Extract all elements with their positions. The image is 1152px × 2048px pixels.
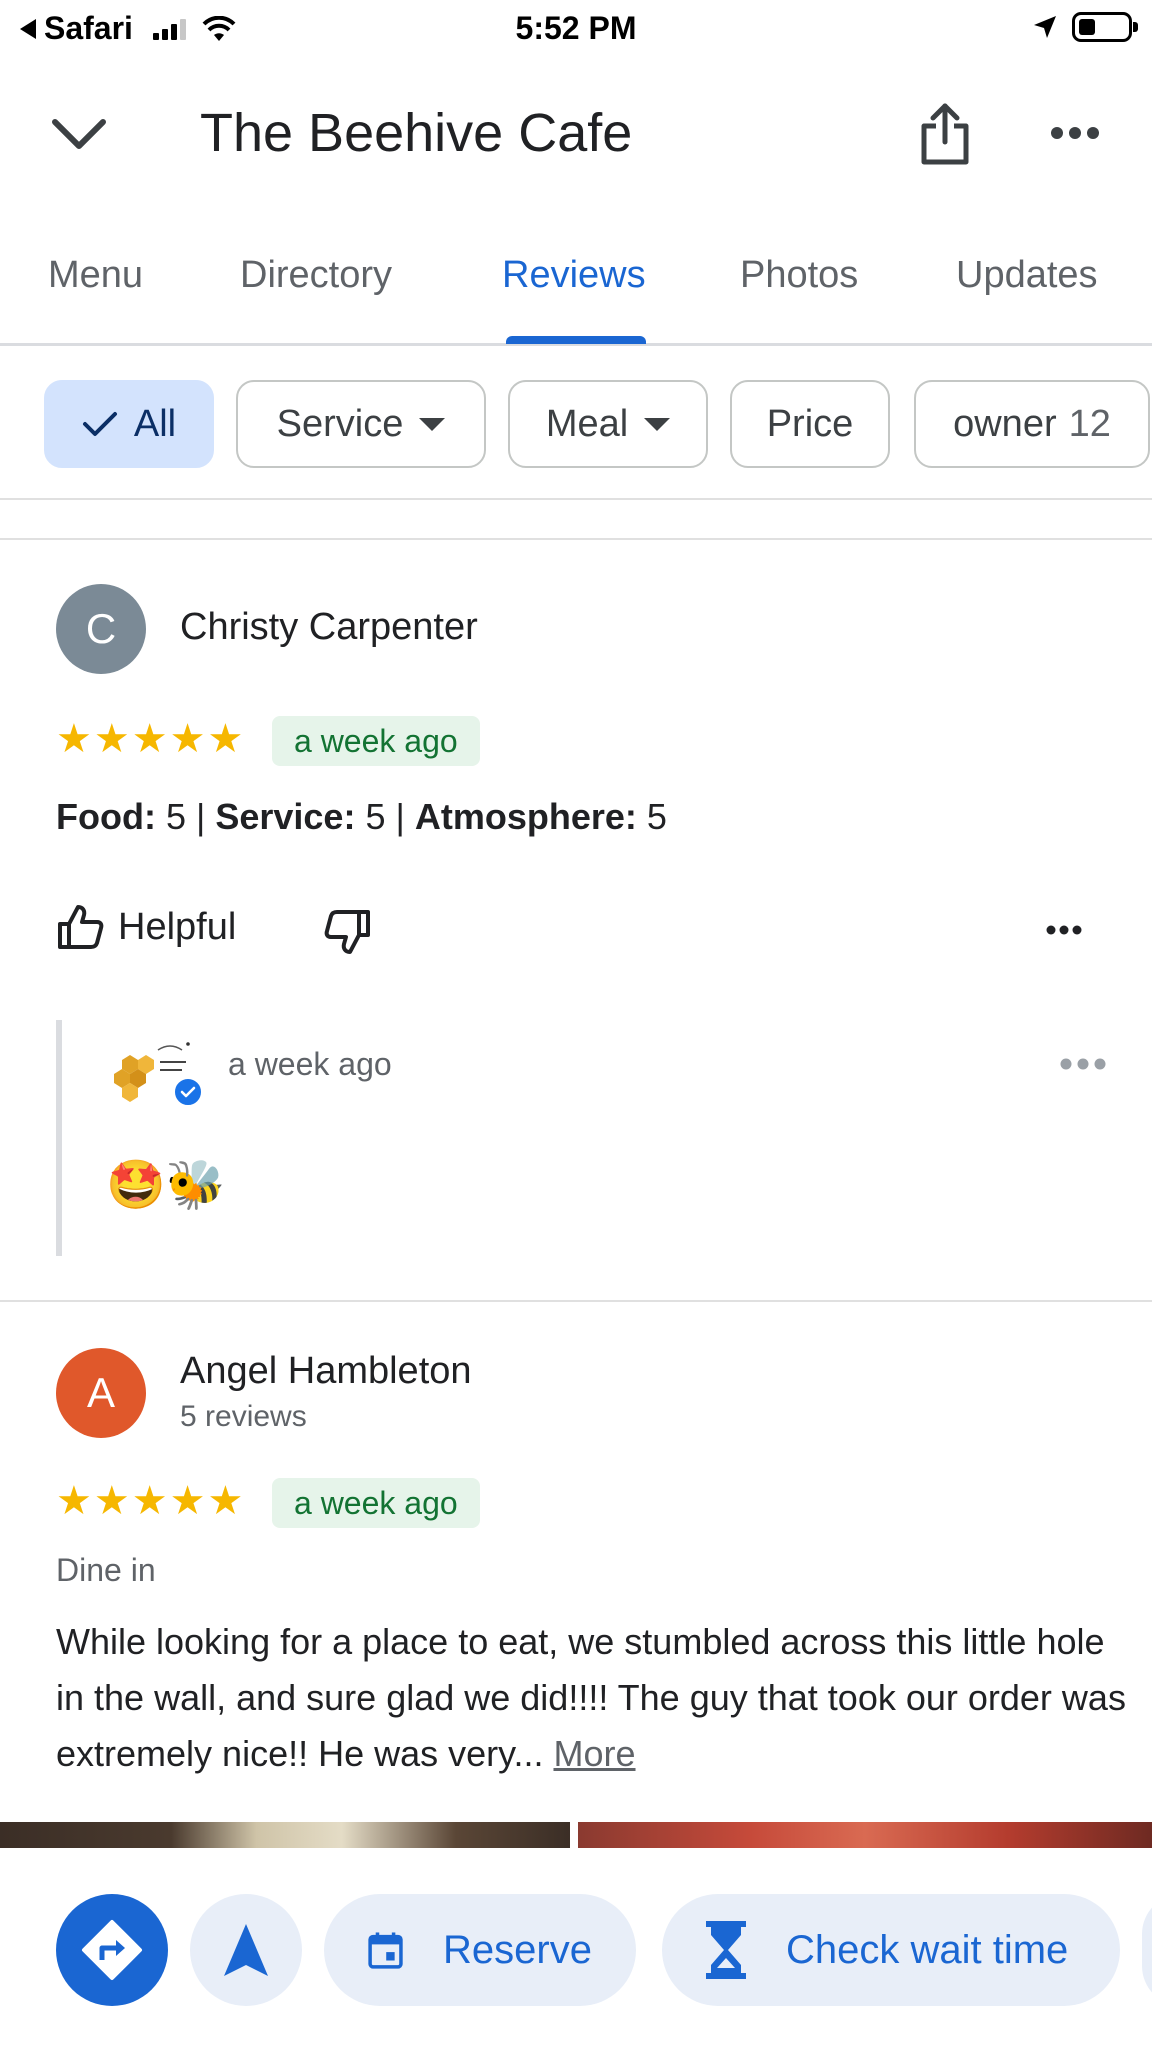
status-right — [1032, 12, 1138, 42]
more-actions-button[interactable] — [1142, 1894, 1152, 2006]
hourglass-icon — [706, 1921, 746, 1979]
bottom-action-bar: Reserve Check wait time — [0, 1848, 1152, 2048]
avatar[interactable]: C — [56, 584, 146, 674]
avatar[interactable]: A — [56, 1348, 146, 1438]
sub-ratings: Food: 5 | Service: 5 | Atmosphere: 5 — [56, 796, 667, 838]
dropdown-caret-icon — [644, 417, 671, 431]
tab-reviews[interactable]: Reviews — [502, 254, 646, 297]
helpful-label: Helpful — [118, 905, 237, 948]
review-time-badge: a week ago — [272, 1478, 480, 1528]
atmosphere-value: 5 — [636, 796, 667, 837]
navigation-arrow-icon — [224, 1924, 268, 1976]
more-link[interactable]: More — [553, 1733, 635, 1774]
review-more-button[interactable] — [1036, 910, 1092, 950]
active-tab-indicator — [506, 336, 646, 344]
visit-type-tag: Dine in — [56, 1552, 156, 1588]
reserve-label: Reserve — [443, 1927, 592, 1972]
filter-chip-owner-label: owner — [953, 402, 1057, 445]
thumbs-down-icon — [324, 910, 370, 954]
review-photos — [0, 1822, 1152, 1850]
filter-chip-all[interactable]: All — [44, 380, 214, 468]
share-icon — [921, 103, 969, 165]
divider — [0, 1300, 1152, 1302]
place-header: The Beehive Cafe — [0, 84, 1152, 184]
wait-time-label: Check wait time — [786, 1927, 1069, 1972]
check-wait-time-button[interactable]: Check wait time — [662, 1894, 1120, 2006]
more-horizontal-icon — [1051, 127, 1099, 139]
reviewer-review-count: 5 reviews — [180, 1400, 307, 1433]
battery-icon — [1072, 12, 1138, 42]
directions-icon — [82, 1920, 142, 1980]
filter-chip-owner[interactable]: owner 12 — [914, 380, 1150, 468]
status-bar: Safari 5:52 PM — [0, 0, 1152, 60]
owner-reply-text: 🤩🐝 — [106, 1159, 226, 1212]
reviewer-name[interactable]: Angel Hambleton — [180, 1350, 472, 1393]
page-title: The Beehive Cafe — [200, 103, 633, 163]
service-label: Service: — [215, 796, 356, 837]
more-options-button[interactable] — [1040, 108, 1110, 158]
filter-chip-meal-label: Meal — [545, 402, 629, 445]
filter-chip-price-label: Price — [766, 402, 854, 445]
start-navigation-button[interactable] — [190, 1894, 302, 2006]
filter-chip-owner-count: 12 — [1068, 402, 1111, 445]
filter-chip-service-label: Service — [276, 402, 404, 445]
tab-menu[interactable]: Menu — [48, 254, 143, 297]
location-arrow-icon — [1034, 16, 1056, 38]
filter-chip-service[interactable]: Service — [236, 380, 486, 468]
filter-chips: All Service Meal Price owner 12 — [0, 378, 1152, 474]
calendar-icon — [368, 1932, 403, 1969]
divider — [0, 498, 1152, 500]
more-horizontal-icon — [1060, 1058, 1106, 1070]
dropdown-caret-icon — [419, 417, 446, 431]
tab-directory[interactable]: Directory — [240, 254, 392, 297]
review-time-badge: a week ago — [272, 716, 480, 766]
review-photo[interactable] — [0, 1822, 570, 1850]
star-rating: ★★★★★ — [56, 1479, 246, 1523]
review-photo[interactable] — [578, 1822, 1152, 1850]
review-text: While looking for a place to eat, we stu… — [56, 1614, 1126, 1782]
divider — [0, 538, 1152, 540]
clock: 5:52 PM — [515, 10, 637, 46]
food-value: 5 | — [155, 796, 216, 837]
owner-reply-more-button[interactable] — [1058, 1052, 1108, 1076]
not-helpful-button[interactable] — [320, 904, 376, 960]
more-horizontal-icon — [1046, 925, 1082, 935]
chevron-down-icon — [52, 119, 106, 149]
filter-chip-all-label: All — [133, 402, 177, 445]
reserve-button[interactable]: Reserve — [324, 1894, 636, 2006]
share-button[interactable] — [910, 98, 980, 170]
atmosphere-label: Atmosphere: — [414, 796, 637, 837]
tab-updates[interactable]: Updates — [956, 254, 1098, 297]
tab-photos[interactable]: Photos — [740, 254, 858, 297]
star-rating: ★★★★★ — [56, 717, 246, 761]
reviewer-name[interactable]: Christy Carpenter — [180, 606, 478, 649]
collapse-button[interactable] — [44, 106, 114, 162]
filter-chip-price[interactable]: Price — [730, 380, 890, 468]
check-icon — [82, 412, 117, 436]
owner-reply-time: a week ago — [228, 1046, 392, 1082]
directions-button[interactable] — [56, 1894, 168, 2006]
helpful-button[interactable]: Helpful — [56, 904, 236, 950]
food-label: Food: — [56, 796, 156, 837]
verified-badge-icon — [172, 1076, 204, 1108]
service-value: 5 | — [355, 796, 415, 837]
filter-chip-meal[interactable]: Meal — [508, 380, 708, 468]
owner-reply-bar — [56, 1020, 62, 1256]
tab-bar: Menu Directory Reviews Photos Updates — [0, 236, 1152, 346]
thumbs-up-icon — [58, 905, 104, 949]
